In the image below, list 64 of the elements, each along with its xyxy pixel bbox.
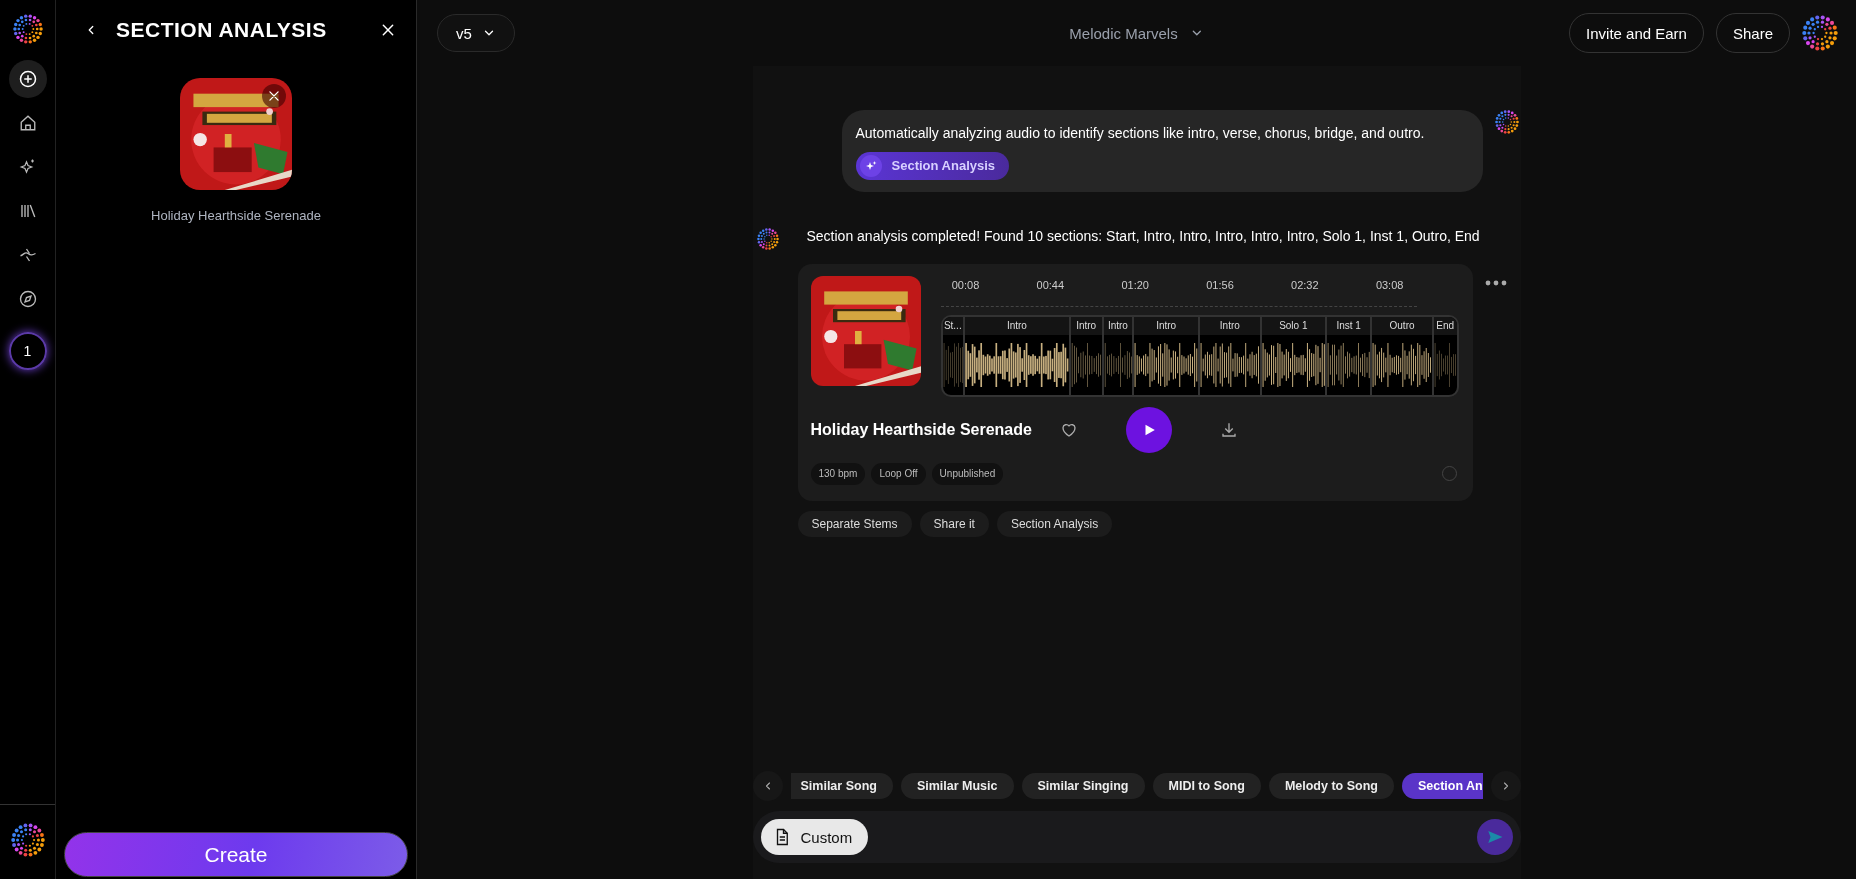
section-label: Solo 1: [1261, 316, 1325, 335]
track-title: Holiday Hearthside Serenade: [810, 420, 1032, 439]
create-button[interactable]: Create: [64, 832, 408, 877]
section-label: Intro: [1134, 316, 1199, 335]
plus-circle-icon: [18, 70, 37, 88]
library-icon: [18, 202, 37, 220]
send-button[interactable]: [1476, 819, 1513, 855]
time-tick: 00:08: [950, 277, 981, 293]
section-label: Intro: [1103, 316, 1133, 335]
app-logo: [10, 823, 45, 857]
send-icon: [1485, 828, 1504, 846]
track-tag: Unpublished: [931, 462, 1004, 485]
close-icon[interactable]: [267, 89, 281, 103]
section-label: St...: [942, 316, 964, 335]
section-label: End: [1433, 316, 1457, 335]
home-icon: [18, 114, 37, 132]
download-icon: [1219, 420, 1238, 439]
waveform: [1261, 342, 1325, 387]
tool-chip[interactable]: Section Analysis: [855, 151, 1010, 180]
song-title: Holiday Hearthside Serenade: [151, 208, 321, 223]
track-tag: 130 bpm: [810, 462, 866, 485]
tool-chip[interactable]: Similar Singing: [1021, 773, 1145, 799]
tool-chip[interactable]: Similar Song: [790, 773, 893, 799]
time-tick: 01:20: [1120, 277, 1150, 293]
prompt-field[interactable]: Custom: [752, 811, 1521, 863]
message-text: Automatically analyzing audio to identify sections like intro, verse, chorus, bridge, and outro.: [855, 124, 1426, 143]
more-icon[interactable]: [1484, 279, 1507, 286]
track-tag: Loop Off: [871, 462, 926, 485]
reply-text: Section analysis completed! Found 10 sections: Start, Intro, Intro, Intro, Intro, Intro, Solo 1, Inst 1, Outro, End: [806, 227, 1480, 244]
user-avatar: [1494, 110, 1519, 134]
nav-button[interactable]: [8, 60, 47, 98]
tool-chip[interactable]: Section An: [1401, 773, 1483, 799]
action-chip[interactable]: Separate Stems: [797, 510, 912, 537]
action-chip[interactable]: Share it: [919, 510, 989, 537]
tool-chip[interactable]: Similar Music: [900, 773, 1014, 799]
section-label: Inst 1: [1327, 316, 1371, 335]
section-timeline[interactable]: St... Intro Intro Intro Intro Intro Solo 1 Inst 1 Outro End: [940, 314, 1459, 397]
tool-chip[interactable]: Melody to Song: [1268, 773, 1394, 799]
project-dropdown[interactable]: Melodic Marvels: [1063, 23, 1210, 43]
panel-title: SECTION ANALYSIS: [116, 18, 328, 42]
section-label: Intro: [1200, 316, 1260, 335]
section-label: Outro: [1372, 316, 1432, 335]
waveform: [1327, 342, 1371, 387]
waveform: [1200, 342, 1260, 387]
mode-button[interactable]: Custom: [760, 819, 869, 855]
time-tick: 00:44: [1035, 277, 1066, 293]
model-dropdown[interactable]: v5: [437, 14, 515, 52]
tool-chip[interactable]: MIDI to Song: [1152, 773, 1261, 799]
time-tick: 01:56: [1205, 277, 1235, 293]
app-logo: [12, 14, 43, 44]
user-avatar: [1802, 15, 1838, 51]
section-label: Intro: [965, 316, 1069, 335]
header-button[interactable]: Invite and Earn: [1569, 13, 1704, 53]
compass-icon: [18, 290, 37, 308]
count-badge[interactable]: 1: [8, 332, 47, 370]
sparkle-icon: [18, 158, 37, 176]
assistant-avatar: [756, 227, 779, 250]
section-label: Intro: [1070, 316, 1102, 335]
waveform-icon: [18, 246, 37, 264]
action-chip[interactable]: Section Analysis: [996, 510, 1113, 537]
time-tick: 03:08: [1374, 277, 1405, 293]
remove-button[interactable]: [262, 84, 286, 108]
time-tick: 02:32: [1290, 277, 1320, 293]
header-button[interactable]: Share: [1715, 13, 1790, 53]
